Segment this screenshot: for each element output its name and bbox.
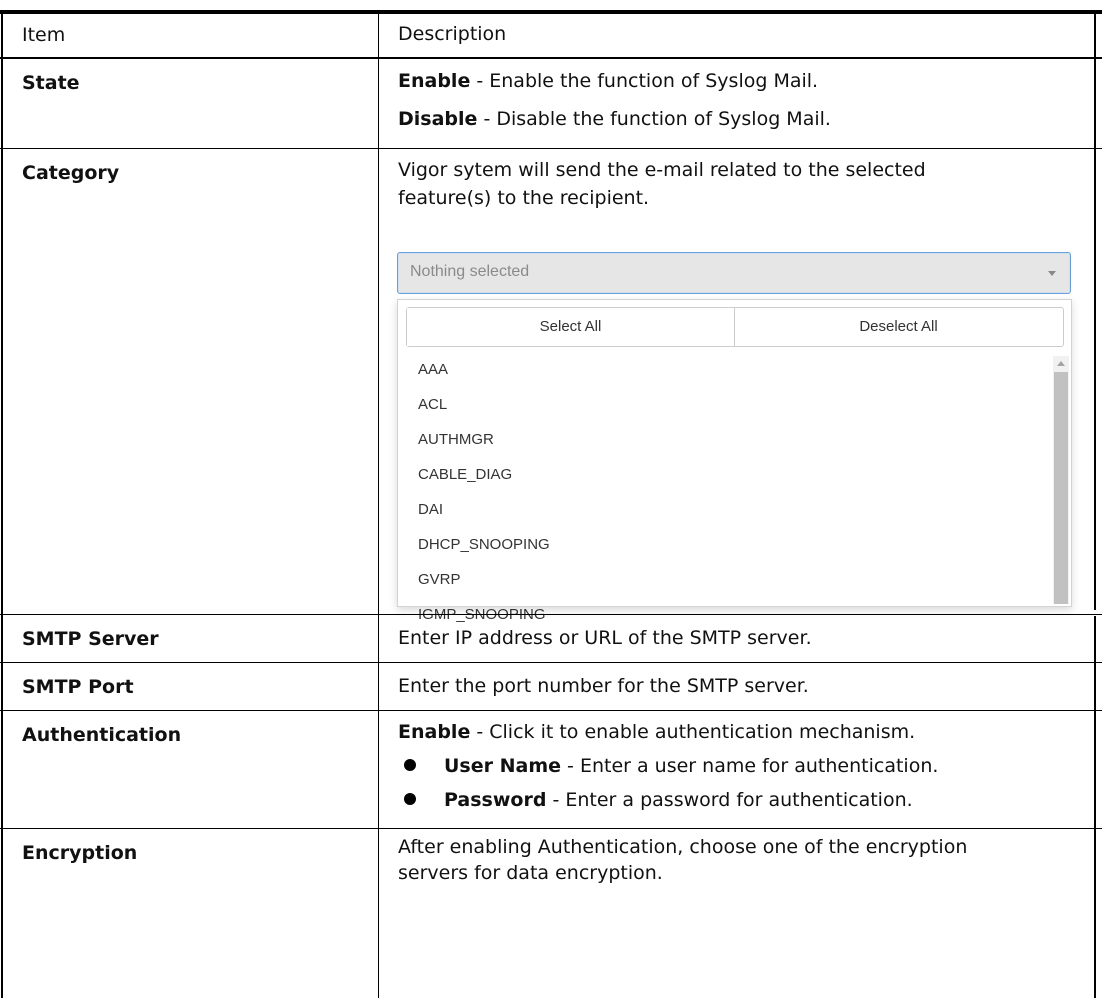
category-select[interactable]: Nothing selected — [397, 252, 1071, 294]
option-item[interactable]: CABLE_DIAG — [398, 457, 1048, 492]
row-smtp-port-item: SMTP Port — [22, 676, 134, 698]
row-smtp-server-item: SMTP Server — [22, 628, 159, 650]
row-smtp-port-desc: Enter the port number for the SMTP serve… — [398, 675, 809, 697]
bullet-icon — [404, 758, 416, 771]
column-divider — [378, 10, 379, 998]
category-line-1: Vigor sytem will send the e-mail related… — [398, 159, 926, 181]
auth-user-term: User Name — [444, 755, 562, 777]
option-item[interactable]: ACL — [398, 387, 1048, 422]
row-state-item: State — [22, 72, 80, 94]
header-item: Item — [22, 24, 66, 46]
encryption-line-2: servers for data encryption. — [398, 862, 663, 884]
scrollbar-thumb[interactable] — [1054, 372, 1068, 604]
auth-user-text: - Enter a user name for authentication. — [561, 755, 939, 777]
header-rule — [0, 57, 1102, 59]
row-authentication-item: Authentication — [22, 724, 182, 746]
deselect-all-button[interactable]: Deselect All — [735, 308, 1062, 346]
state-disable-line: Disable - Disable the function of Syslog… — [398, 105, 1088, 133]
encryption-line-1: After enabling Authentication, choose on… — [398, 836, 968, 858]
option-item[interactable]: GVRP — [398, 562, 1048, 597]
bullet-icon — [404, 792, 416, 805]
auth-pass-term: Password — [444, 789, 547, 811]
state-disable-term: Disable — [398, 108, 478, 130]
option-item[interactable]: AAA — [398, 352, 1048, 387]
row-divider — [0, 148, 1102, 149]
scroll-up-icon[interactable] — [1057, 361, 1065, 366]
state-disable-text: - Disable the function of Syslog Mail. — [477, 108, 831, 130]
category-line-2: feature(s) to the recipient. — [398, 187, 650, 209]
row-divider — [0, 614, 1102, 615]
row-encryption-item: Encryption — [22, 842, 138, 864]
auth-pass-text: - Enter a password for authentication. — [546, 789, 913, 811]
scrollbar[interactable] — [1053, 356, 1069, 604]
select-placeholder: Nothing selected — [410, 263, 530, 280]
header-description: Description — [398, 23, 507, 45]
select-all-button[interactable]: Select All — [407, 308, 735, 346]
auth-pass-line: Password - Enter a password for authenti… — [398, 786, 913, 814]
state-enable-line: Enable - Enable the function of Syslog M… — [398, 67, 1088, 95]
category-dropdown: Nothing selected Select All Deselect All… — [397, 252, 1073, 623]
row-divider — [0, 828, 1102, 829]
row-state-desc: Enable - Enable the function of Syslog M… — [398, 67, 1088, 133]
table-right-edge — [1094, 10, 1096, 610]
row-encryption-desc: After enabling Authentication, choose on… — [398, 834, 1088, 886]
row-category-desc: Vigor sytem will send the e-mail related… — [398, 156, 1088, 212]
auth-enable-term: Enable — [398, 721, 471, 743]
option-list: AAA ACL AUTHMGR CABLE_DIAG DAI DHCP_SNOO… — [398, 352, 1048, 632]
chevron-down-icon — [1048, 271, 1056, 276]
auth-user-line: User Name - Enter a user name for authen… — [398, 752, 938, 780]
dropdown-menu: Select All Deselect All AAA ACL AUTHMGR … — [397, 299, 1072, 623]
row-divider — [0, 662, 1102, 663]
table-left-edge — [1, 10, 3, 998]
row-divider — [0, 710, 1102, 711]
row-category-item: Category — [22, 162, 120, 184]
option-item[interactable]: AUTHMGR — [398, 422, 1048, 457]
row-smtp-server-desc: Enter IP address or URL of the SMTP serv… — [398, 627, 812, 649]
table-right-edge-lower — [1094, 616, 1096, 998]
auth-enable-line: Enable - Click it to enable authenticati… — [398, 718, 1088, 746]
state-enable-term: Enable — [398, 70, 471, 92]
option-item[interactable]: DAI — [398, 492, 1048, 527]
select-actions: Select All Deselect All — [406, 307, 1064, 347]
table-top-rule — [0, 10, 1102, 14]
state-enable-text: - Enable the function of Syslog Mail. — [470, 70, 819, 92]
option-item[interactable]: DHCP_SNOOPING — [398, 527, 1048, 562]
auth-enable-text: - Click it to enable authentication mech… — [470, 721, 916, 743]
